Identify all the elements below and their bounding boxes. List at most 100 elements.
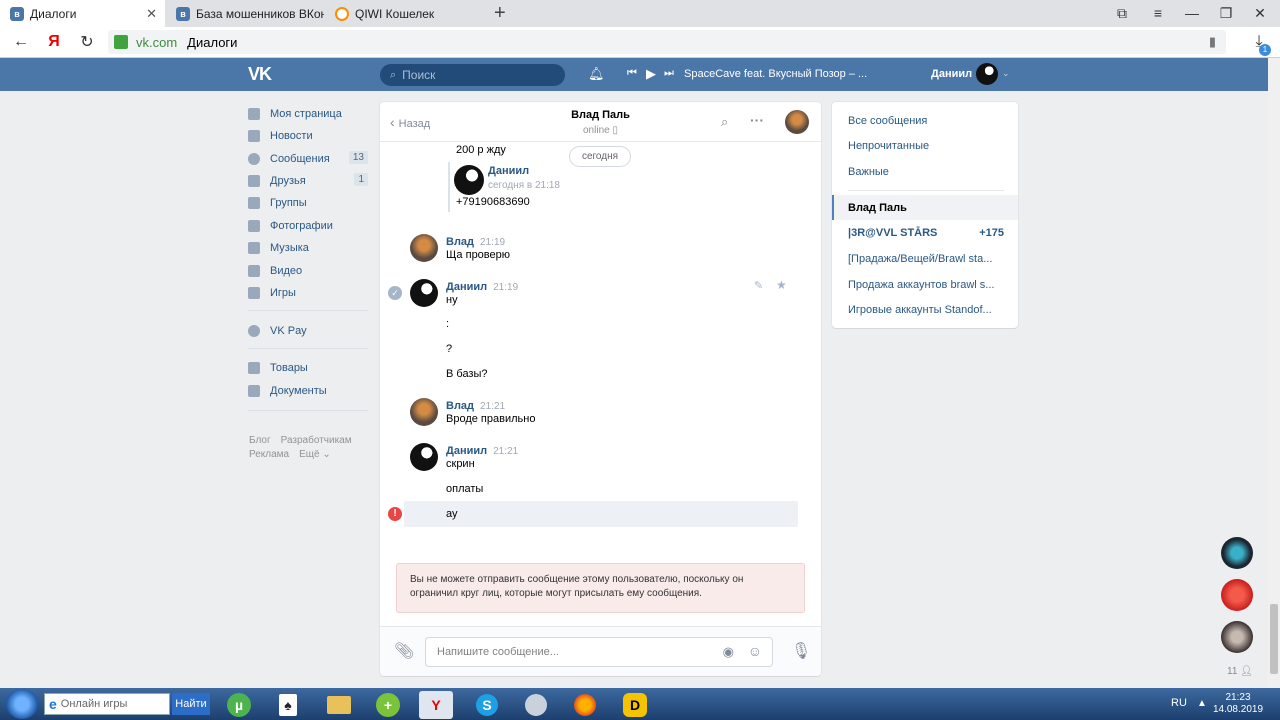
- app-icon[interactable]: [519, 691, 553, 719]
- user-name[interactable]: Даниил: [931, 68, 972, 80]
- back-button[interactable]: ‹ Назад: [390, 114, 430, 130]
- dialog-item[interactable]: |3R@VVL STĀRS +175: [832, 220, 1018, 245]
- menu-video[interactable]: Видео: [248, 260, 368, 282]
- filter-all[interactable]: Все сообщения: [832, 108, 1018, 133]
- contact-avatar[interactable]: [1221, 621, 1253, 653]
- solitaire-icon[interactable]: ♠: [271, 691, 305, 719]
- dialog-item[interactable]: Влад Паль: [832, 195, 1018, 220]
- footer-ads[interactable]: Реклама: [249, 449, 289, 460]
- bell-icon[interactable]: 🔔︎: [588, 66, 605, 82]
- new-tab-button[interactable]: +: [494, 2, 506, 25]
- message-author[interactable]: Влад 21:19: [446, 236, 505, 248]
- firefox-icon[interactable]: [568, 691, 602, 719]
- restore-icon[interactable]: ❐: [1214, 2, 1238, 24]
- footer-more[interactable]: Ещё ⌄: [299, 449, 331, 460]
- taskbar-search-input[interactable]: e Онлайн игры: [44, 693, 170, 715]
- utorrent-icon[interactable]: µ: [222, 691, 256, 719]
- message-author[interactable]: Даниил 21:21: [446, 445, 518, 457]
- filter-important[interactable]: Важные: [832, 159, 1018, 184]
- taskbar-search-button[interactable]: Найти: [172, 693, 210, 715]
- avatar[interactable]: [410, 398, 438, 426]
- footer-blog[interactable]: Блог: [249, 435, 271, 446]
- message-text: В базы?: [446, 368, 488, 380]
- scrollbar[interactable]: [1268, 58, 1280, 688]
- menu-games[interactable]: Игры: [248, 282, 368, 304]
- tab-scam-base[interactable]: в База мошенников ВКонта: [166, 0, 324, 27]
- message-author[interactable]: Даниил 21:19: [446, 281, 518, 293]
- contact-avatar[interactable]: [1221, 537, 1253, 569]
- dialog-item[interactable]: Продажа аккаунтов brawl s...: [832, 272, 1018, 297]
- chevron-down-icon[interactable]: ⌄: [1002, 68, 1010, 79]
- next-track-icon[interactable]: ⏭: [664, 67, 674, 80]
- menu-my-page[interactable]: Моя страница: [248, 103, 368, 125]
- play-icon[interactable]: ▶: [646, 66, 656, 82]
- avatar[interactable]: [410, 279, 438, 307]
- avatar[interactable]: [454, 165, 484, 195]
- search-input[interactable]: ⌕ Поиск: [380, 64, 565, 86]
- prev-track-icon[interactable]: ⏮: [627, 67, 637, 80]
- menu-messages[interactable]: Сообщения 13: [248, 148, 368, 170]
- menu-icon[interactable]: ≡: [1146, 2, 1170, 24]
- avatar[interactable]: [785, 110, 809, 134]
- menu-music[interactable]: Музыка: [248, 237, 368, 259]
- menu-friends[interactable]: Друзья 1: [248, 170, 368, 192]
- bookmark-icon[interactable]: ▮: [1209, 34, 1216, 50]
- minimize-icon[interactable]: —: [1180, 2, 1204, 24]
- microphone-icon[interactable]: 🎙︎: [791, 641, 811, 661]
- close-icon[interactable]: ✕: [146, 6, 157, 22]
- online-contacts-count[interactable]: 11 👤︎: [1227, 666, 1253, 677]
- failed-message-row[interactable]: [404, 501, 798, 527]
- dialog-item[interactable]: [Прадажа/Вещей/Brawl sta...: [832, 246, 1018, 271]
- tray-arrow-icon[interactable]: ▲: [1197, 698, 1207, 709]
- emoji-icon[interactable]: ☺: [748, 643, 762, 659]
- tab-dialogs[interactable]: в Диалоги ✕: [0, 0, 165, 27]
- language-indicator[interactable]: RU: [1171, 697, 1187, 709]
- menu-documents[interactable]: Документы: [248, 380, 368, 402]
- star-icon[interactable]: ★: [776, 278, 787, 292]
- message-author[interactable]: Влад 21:21: [446, 400, 505, 412]
- clock[interactable]: 21:23 14.08.2019: [1210, 692, 1266, 716]
- url-field[interactable]: vk.com Диалоги ▮: [108, 30, 1226, 54]
- app-icon[interactable]: D: [618, 691, 652, 719]
- forwarded-author[interactable]: Даниил: [488, 165, 529, 177]
- footer-developers[interactable]: Разработчикам: [281, 435, 352, 446]
- search-icon[interactable]: ⌕: [721, 114, 728, 130]
- menu-vkpay[interactable]: VK Pay: [248, 320, 368, 342]
- menu-groups[interactable]: Группы: [248, 192, 368, 214]
- author-name: Влад: [446, 236, 475, 248]
- menu-photos[interactable]: Фотографии: [248, 215, 368, 237]
- edit-icon[interactable]: ✎: [754, 279, 763, 292]
- peer-name[interactable]: Влад Паль: [530, 109, 671, 121]
- start-button[interactable]: [6, 689, 38, 719]
- avatar[interactable]: [976, 63, 998, 85]
- yandex-icon[interactable]: Я: [43, 31, 65, 53]
- bookmarks-icon[interactable]: ⧉: [1110, 2, 1134, 24]
- camera-icon[interactable]: ◉: [723, 644, 734, 660]
- avatar[interactable]: [410, 443, 438, 471]
- check-icon[interactable]: ✓: [388, 286, 402, 300]
- error-icon[interactable]: !: [388, 507, 402, 521]
- now-playing[interactable]: SpaceCave feat. Вкусный Позор – ...: [684, 68, 867, 80]
- skype-icon[interactable]: S: [470, 691, 504, 719]
- dialog-item[interactable]: Игровые аккаунты Standof...: [832, 297, 1018, 322]
- plus-app-icon[interactable]: +: [371, 691, 405, 719]
- folder-icon[interactable]: [322, 691, 356, 719]
- contact-avatar[interactable]: [1221, 579, 1253, 611]
- back-arrow-icon[interactable]: ←: [10, 31, 32, 53]
- tab-qiwi[interactable]: QIWI Кошелек: [325, 0, 485, 27]
- attach-icon[interactable]: 📎︎: [394, 641, 414, 661]
- vk-logo-icon[interactable]: VK: [248, 64, 276, 84]
- menu-goods[interactable]: Товары: [248, 357, 368, 379]
- filter-unread[interactable]: Непрочитанные: [832, 133, 1018, 158]
- chevron-left-icon: ‹: [390, 114, 395, 130]
- close-window-icon[interactable]: ✕: [1248, 2, 1272, 24]
- reload-icon[interactable]: ↻: [76, 31, 98, 53]
- yandex-browser-icon[interactable]: Y: [419, 691, 453, 719]
- more-icon[interactable]: ···: [750, 112, 764, 128]
- message-input[interactable]: Напишите сообщение... ◉ ☺: [425, 637, 773, 667]
- menu-news[interactable]: Новости: [248, 125, 368, 147]
- avatar[interactable]: [410, 234, 438, 262]
- forward-line: [448, 162, 450, 212]
- scrollbar-thumb[interactable]: [1270, 604, 1278, 674]
- browser-tab-bar: в Диалоги ✕ в База мошенников ВКонта QIW…: [0, 0, 1280, 27]
